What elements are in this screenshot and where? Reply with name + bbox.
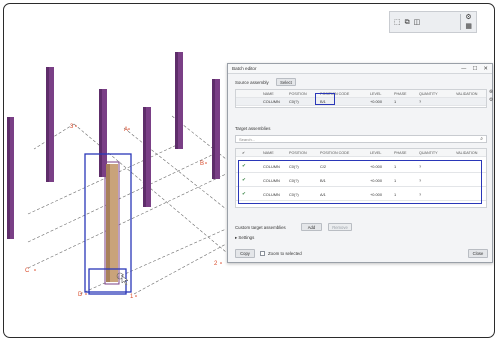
header-quantity: QUANTITY xyxy=(419,150,438,155)
grid-label-1: 1 xyxy=(130,294,134,300)
column-3 xyxy=(143,107,151,207)
check-all-icon[interactable]: ✔ xyxy=(242,151,245,155)
close-button[interactable]: Close xyxy=(468,249,488,258)
dialog-title: Batch editor xyxy=(232,66,257,71)
toolbar-divider xyxy=(460,14,462,30)
dialog-titlebar[interactable]: Batch editor — ☐ ✕ xyxy=(228,64,492,74)
source-phase-cell: 1 xyxy=(394,99,397,104)
custom-target-label: Custom target assemblies xyxy=(235,225,286,230)
copy-button[interactable]: Copy xyxy=(235,249,255,258)
selected-column xyxy=(104,161,120,285)
source-table-row[interactable]: COLUMN C0(?) B/1 +0.000 1 ? xyxy=(236,98,486,106)
source-level-cell: +0.000 xyxy=(370,99,383,104)
header-name: NAME xyxy=(263,91,274,96)
source-name-cell: COLUMN xyxy=(263,99,280,104)
column-left-edge xyxy=(7,117,14,239)
grid-label-a: A xyxy=(124,127,128,133)
source-position-cell: C0(?) xyxy=(289,99,299,104)
grid-toggle-icon[interactable]: ▦ xyxy=(465,23,472,30)
batch-editor-dialog: Batch editor — ☐ ✕ Source assembly Selec… xyxy=(227,63,493,263)
header-name: NAME xyxy=(263,150,274,155)
add-button[interactable]: Add xyxy=(301,223,322,231)
restore-icon[interactable]: ☐ xyxy=(472,66,477,72)
layers-icon[interactable]: ⧉ xyxy=(405,18,410,26)
view-toolbar: ⬚ ⧉ ◫ ⚙ ▦ xyxy=(389,11,477,33)
grid-label-b: B xyxy=(200,161,204,167)
source-assembly-label: Source assembly xyxy=(235,80,269,85)
camera-icon[interactable]: ◫ xyxy=(414,18,421,26)
header-position: POSITION xyxy=(289,91,307,96)
header-phase: PHASE xyxy=(394,150,407,155)
clear-source-icon[interactable]: ⊗ xyxy=(489,89,493,95)
source-table-header: NAME POSITION POSITION CODE LEVEL PHASE … xyxy=(236,90,486,98)
column-2 xyxy=(99,89,107,177)
minimize-icon[interactable]: — xyxy=(461,66,467,72)
remove-button[interactable]: Remove xyxy=(328,223,352,231)
search-icon[interactable]: ⌕ xyxy=(480,136,483,142)
grid-label-3: 3 xyxy=(70,124,74,130)
search-placeholder: Search... xyxy=(239,136,256,142)
header-phase: PHASE xyxy=(394,91,407,96)
target-table-header: ✔ NAME POSITION POSITION CODE LEVEL PHAS… xyxy=(236,149,486,157)
search-input[interactable]: Search... ⌕ xyxy=(235,135,487,143)
position-code-highlight xyxy=(315,93,335,105)
header-level: LEVEL xyxy=(370,150,382,155)
target-assemblies-label: Target assemblies xyxy=(235,126,271,131)
grid-label-d: D xyxy=(78,292,83,298)
header-position: POSITION xyxy=(289,150,307,155)
settings-icon[interactable]: ⚙ xyxy=(489,97,493,103)
header-validation: VALIDATION xyxy=(456,150,478,155)
grid-lines xyxy=(27,115,227,295)
mouse-cursor-icon xyxy=(121,275,129,286)
header-quantity: QUANTITY xyxy=(419,91,438,96)
zoom-to-selected-label: Zoom to selected xyxy=(268,251,302,256)
header-position-code: POSITION CODE xyxy=(320,150,350,155)
screenshot-frame: 3 A B C D 1 2 ⬚ ⧉ ◫ ⚙ ▦ Batch editor — ☐… xyxy=(3,3,495,338)
select-button[interactable]: Select xyxy=(276,78,296,86)
column-4 xyxy=(175,52,183,149)
grid-label-2: 2 xyxy=(214,261,218,267)
grid-label-markers xyxy=(34,125,222,297)
column-1 xyxy=(46,67,54,182)
source-assembly-table: NAME POSITION POSITION CODE LEVEL PHASE … xyxy=(235,89,487,108)
header-validation: VALIDATION xyxy=(456,91,478,96)
source-quantity-cell: ? xyxy=(419,99,422,104)
target-rows-highlight xyxy=(238,160,482,204)
header-level: LEVEL xyxy=(370,91,382,96)
close-icon[interactable]: ✕ xyxy=(483,66,488,72)
settings-icon[interactable]: ⚙ xyxy=(465,14,472,21)
grid-label-c: C xyxy=(25,268,30,274)
zoom-to-selected-checkbox[interactable] xyxy=(260,251,265,256)
column-5 xyxy=(212,79,220,179)
settings-expander[interactable]: ▸ Settings xyxy=(235,235,254,241)
cube-icon[interactable]: ⬚ xyxy=(394,18,401,26)
